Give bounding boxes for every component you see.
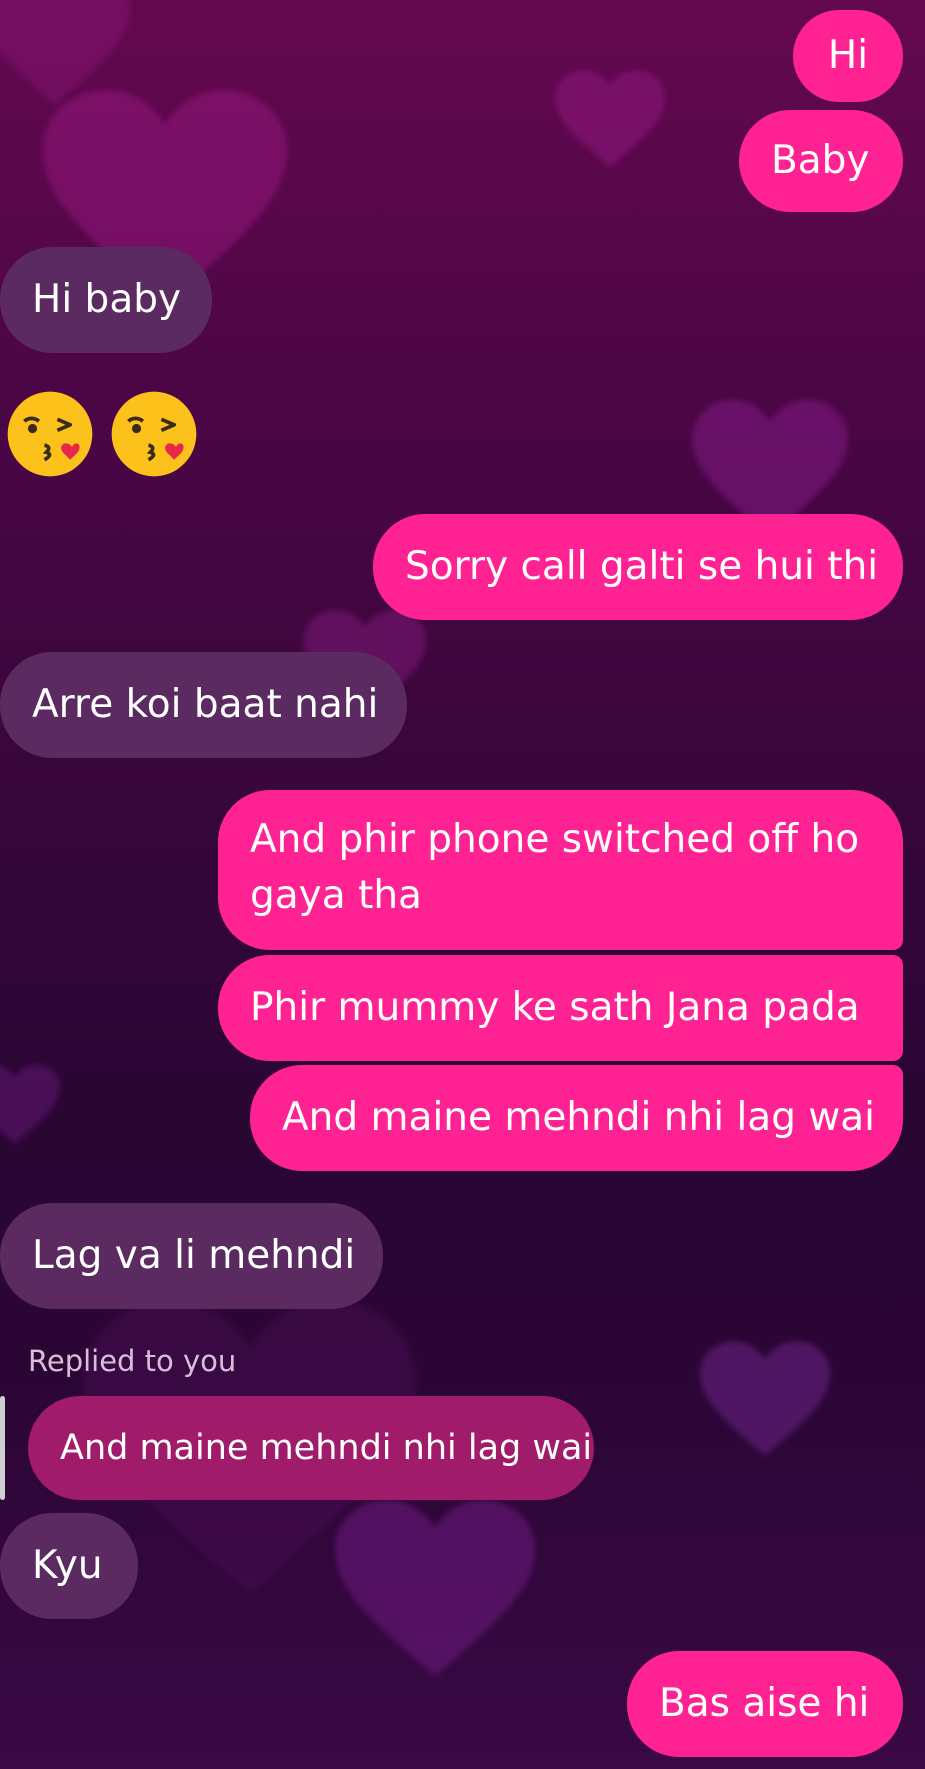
reply-indicator-bar [0,1396,5,1500]
emoji-message[interactable] [4,388,200,480]
sent-message[interactable]: Bas aise hi [627,1651,903,1757]
message-list: Hi Baby Hi baby Sorry call galti se hui … [0,0,925,1769]
sent-message[interactable]: Baby [739,110,903,212]
sent-message[interactable]: Hi [793,10,903,102]
received-message[interactable]: Kyu [0,1513,138,1619]
received-message[interactable]: Lag va li mehndi [0,1203,383,1309]
quoted-message[interactable]: And maine mehndi nhi lag wai [28,1396,594,1500]
kissing-face-heart-icon [7,391,93,477]
sent-message[interactable]: And maine mehndi nhi lag wai [250,1065,903,1171]
received-message[interactable]: Arre koi baat nahi [0,652,407,758]
reply-context-label: Replied to you [28,1344,237,1378]
sent-message[interactable]: Phir mummy ke sath Jana pada [218,955,903,1061]
sent-message[interactable]: Sorry call galti se hui thi [373,514,903,620]
kissing-face-heart-icon [111,391,197,477]
received-message[interactable]: Hi baby [0,247,212,353]
sent-message[interactable]: And phir phone switched off ho gaya tha [218,790,903,950]
